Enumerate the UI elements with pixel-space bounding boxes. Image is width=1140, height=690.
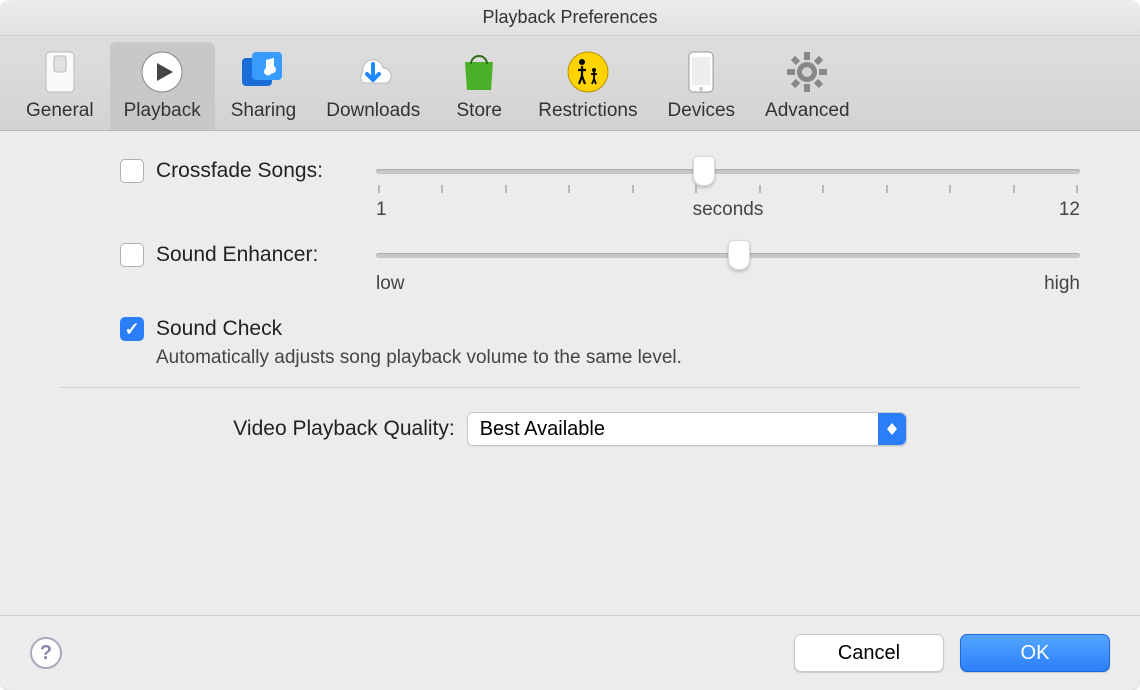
enhancer-checkbox[interactable] xyxy=(120,243,144,267)
soundcheck-description: Automatically adjusts song playback volu… xyxy=(156,347,1080,369)
parental-icon xyxy=(564,48,612,96)
slider-min-label: 1 xyxy=(376,199,387,221)
crossfade-slider[interactable]: 1 seconds 12 xyxy=(376,159,1080,221)
slider-min-label: low xyxy=(376,273,405,295)
tab-general[interactable]: General xyxy=(12,42,108,130)
preferences-window: Playback Preferences General Playback xyxy=(0,0,1140,690)
tab-label: General xyxy=(26,100,94,122)
soundcheck-row: Sound Check Automatically adjusts song p… xyxy=(120,317,1080,369)
tab-downloads[interactable]: Downloads xyxy=(312,42,434,130)
content-pane: Crossfade Songs: 1 seconds 12 Sound Enha… xyxy=(0,131,1140,615)
divider xyxy=(60,387,1080,388)
enhancer-slider[interactable]: low high xyxy=(376,243,1080,295)
window-title: Playback Preferences xyxy=(0,0,1140,36)
ok-button[interactable]: OK xyxy=(960,634,1110,672)
cancel-button[interactable]: Cancel xyxy=(794,634,944,672)
tab-sharing[interactable]: Sharing xyxy=(217,42,311,130)
play-icon xyxy=(138,48,186,96)
video-quality-value: Best Available xyxy=(480,418,605,441)
tab-restrictions[interactable]: Restrictions xyxy=(524,42,651,130)
tab-playback[interactable]: Playback xyxy=(110,42,215,130)
tab-label: Store xyxy=(457,100,502,122)
tab-label: Sharing xyxy=(231,100,297,122)
toolbar: General Playback Sharing xyxy=(0,36,1140,131)
video-quality-select[interactable]: Best Available xyxy=(467,412,907,446)
slider-labels: low high xyxy=(376,273,1080,295)
shopping-bag-icon xyxy=(455,48,503,96)
music-folder-icon xyxy=(239,48,287,96)
slider-max-label: 12 xyxy=(1059,199,1080,221)
slider-ticks xyxy=(376,185,1080,193)
enhancer-slider-knob[interactable] xyxy=(728,240,750,270)
cloud-download-icon xyxy=(349,48,397,96)
slider-labels: 1 seconds 12 xyxy=(376,199,1080,221)
footer: ? Cancel OK xyxy=(0,615,1140,690)
crossfade-label: Crossfade Songs: xyxy=(156,159,356,183)
slider-max-label: high xyxy=(1044,273,1080,295)
phone-icon xyxy=(677,48,725,96)
crossfade-checkbox[interactable] xyxy=(120,159,144,183)
gear-icon xyxy=(783,48,831,96)
chevron-updown-icon xyxy=(878,413,906,445)
enhancer-row: Sound Enhancer: low high xyxy=(120,243,1080,295)
slider-center-label: seconds xyxy=(693,199,764,221)
soundcheck-checkbox[interactable] xyxy=(120,317,144,341)
tab-label: Advanced xyxy=(765,100,850,122)
crossfade-slider-knob[interactable] xyxy=(693,156,715,186)
tab-label: Restrictions xyxy=(538,100,637,122)
tab-label: Playback xyxy=(124,100,201,122)
video-quality-row: Video Playback Quality: Best Available xyxy=(60,412,1080,446)
tab-advanced[interactable]: Advanced xyxy=(751,42,864,130)
tab-devices[interactable]: Devices xyxy=(653,42,749,130)
crossfade-row: Crossfade Songs: 1 seconds 12 xyxy=(120,159,1080,221)
switch-icon xyxy=(36,48,84,96)
tab-label: Downloads xyxy=(326,100,420,122)
tab-store[interactable]: Store xyxy=(436,42,522,130)
tab-label: Devices xyxy=(667,100,735,122)
video-quality-label: Video Playback Quality: xyxy=(233,417,454,441)
soundcheck-label: Sound Check xyxy=(156,317,282,341)
enhancer-label: Sound Enhancer: xyxy=(156,243,356,267)
help-button[interactable]: ? xyxy=(30,637,62,669)
